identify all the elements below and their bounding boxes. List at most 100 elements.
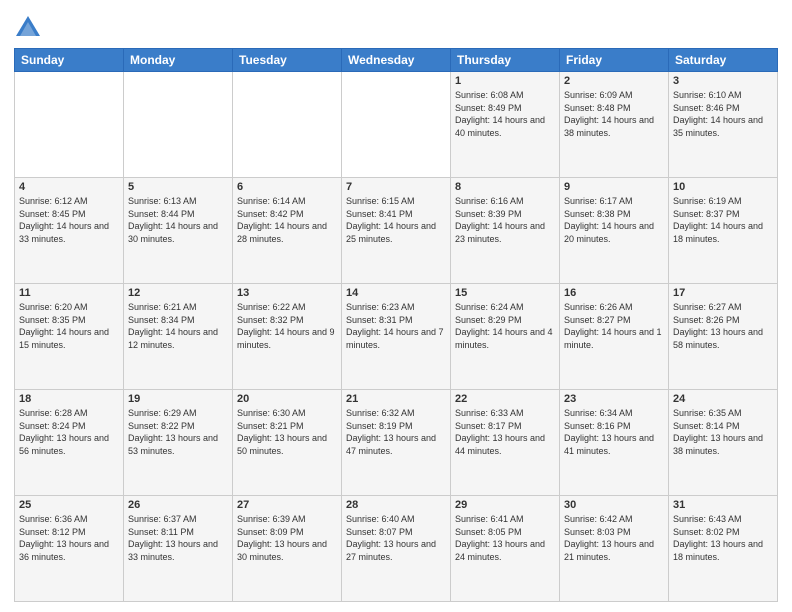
day-info: Sunrise: 6:14 AM Sunset: 8:42 PM Dayligh… xyxy=(237,195,337,245)
day-number: 31 xyxy=(673,499,773,511)
day-cell-3: 3 Sunrise: 6:10 AM Sunset: 8:46 PM Daylig… xyxy=(669,72,778,178)
day-number: 10 xyxy=(673,181,773,193)
day-info: Sunrise: 6:28 AM Sunset: 8:24 PM Dayligh… xyxy=(19,407,119,457)
day-number: 1 xyxy=(455,75,555,87)
week-row-1: 4 Sunrise: 6:12 AM Sunset: 8:45 PM Daylig… xyxy=(15,178,778,284)
header-cell-wednesday: Wednesday xyxy=(342,49,451,72)
day-cell-25: 25 Sunrise: 6:36 AM Sunset: 8:12 PM Dayli… xyxy=(15,496,124,602)
day-info: Sunrise: 6:09 AM Sunset: 8:48 PM Dayligh… xyxy=(564,89,664,139)
day-number: 24 xyxy=(673,393,773,405)
day-number: 26 xyxy=(128,499,228,511)
header xyxy=(14,10,778,42)
day-info: Sunrise: 6:41 AM Sunset: 8:05 PM Dayligh… xyxy=(455,513,555,563)
day-cell-24: 24 Sunrise: 6:35 AM Sunset: 8:14 PM Dayli… xyxy=(669,390,778,496)
logo-icon xyxy=(14,14,42,42)
day-cell-9: 9 Sunrise: 6:17 AM Sunset: 8:38 PM Daylig… xyxy=(560,178,669,284)
day-number: 20 xyxy=(237,393,337,405)
day-info: Sunrise: 6:23 AM Sunset: 8:31 PM Dayligh… xyxy=(346,301,446,351)
day-cell-16: 16Sunrise: 6:26 AM Sunset: 8:27 PM Dayli… xyxy=(560,284,669,390)
day-number: 27 xyxy=(237,499,337,511)
day-number: 22 xyxy=(455,393,555,405)
day-cell-5: 5 Sunrise: 6:13 AM Sunset: 8:44 PM Daylig… xyxy=(124,178,233,284)
header-cell-friday: Friday xyxy=(560,49,669,72)
day-info: Sunrise: 6:32 AM Sunset: 8:19 PM Dayligh… xyxy=(346,407,446,457)
day-cell-10: 10Sunrise: 6:19 AM Sunset: 8:37 PM Dayli… xyxy=(669,178,778,284)
day-info: Sunrise: 6:22 AM Sunset: 8:32 PM Dayligh… xyxy=(237,301,337,351)
day-number: 18 xyxy=(19,393,119,405)
day-cell-19: 19 Sunrise: 6:29 AM Sunset: 8:22 PM Dayli… xyxy=(124,390,233,496)
logo xyxy=(14,14,46,42)
day-number: 3 xyxy=(673,75,773,87)
day-number: 17 xyxy=(673,287,773,299)
day-info: Sunrise: 6:10 AM Sunset: 8:46 PM Dayligh… xyxy=(673,89,773,139)
header-cell-sunday: Sunday xyxy=(15,49,124,72)
day-number: 25 xyxy=(19,499,119,511)
day-info: Sunrise: 6:29 AM Sunset: 8:22 PM Dayligh… xyxy=(128,407,228,457)
day-number: 2 xyxy=(564,75,664,87)
day-cell-12: 12Sunrise: 6:21 AM Sunset: 8:34 PM Dayli… xyxy=(124,284,233,390)
day-info: Sunrise: 6:39 AM Sunset: 8:09 PM Dayligh… xyxy=(237,513,337,563)
day-info: Sunrise: 6:13 AM Sunset: 8:44 PM Dayligh… xyxy=(128,195,228,245)
day-number: 19 xyxy=(128,393,228,405)
calendar: SundayMondayTuesdayWednesdayThursdayFrid… xyxy=(14,48,778,602)
calendar-table: SundayMondayTuesdayWednesdayThursdayFrid… xyxy=(14,48,778,602)
day-cell-26: 26 Sunrise: 6:37 AM Sunset: 8:11 PM Dayli… xyxy=(124,496,233,602)
day-info: Sunrise: 6:42 AM Sunset: 8:03 PM Dayligh… xyxy=(564,513,664,563)
header-cell-tuesday: Tuesday xyxy=(233,49,342,72)
day-info: Sunrise: 6:26 AM Sunset: 8:27 PM Dayligh… xyxy=(564,301,664,351)
day-cell-empty xyxy=(233,72,342,178)
day-number: 9 xyxy=(564,181,664,193)
week-row-2: 11Sunrise: 6:20 AM Sunset: 8:35 PM Dayli… xyxy=(15,284,778,390)
day-number: 5 xyxy=(128,181,228,193)
day-info: Sunrise: 6:40 AM Sunset: 8:07 PM Dayligh… xyxy=(346,513,446,563)
week-row-4: 25 Sunrise: 6:36 AM Sunset: 8:12 PM Dayli… xyxy=(15,496,778,602)
day-cell-23: 23Sunrise: 6:34 AM Sunset: 8:16 PM Dayli… xyxy=(560,390,669,496)
day-info: Sunrise: 6:37 AM Sunset: 8:11 PM Dayligh… xyxy=(128,513,228,563)
day-cell-20: 20 Sunrise: 6:30 AM Sunset: 8:21 PM Dayli… xyxy=(233,390,342,496)
day-cell-8: 8Sunrise: 6:16 AM Sunset: 8:39 PM Daylig… xyxy=(451,178,560,284)
day-info: Sunrise: 6:20 AM Sunset: 8:35 PM Dayligh… xyxy=(19,301,119,351)
day-cell-31: 31 Sunrise: 6:43 AM Sunset: 8:02 PM Dayli… xyxy=(669,496,778,602)
day-info: Sunrise: 6:35 AM Sunset: 8:14 PM Dayligh… xyxy=(673,407,773,457)
day-cell-22: 22Sunrise: 6:33 AM Sunset: 8:17 PM Dayli… xyxy=(451,390,560,496)
day-info: Sunrise: 6:43 AM Sunset: 8:02 PM Dayligh… xyxy=(673,513,773,563)
day-cell-1: 1 Sunrise: 6:08 AM Sunset: 8:49 PM Daylig… xyxy=(451,72,560,178)
day-number: 13 xyxy=(237,287,337,299)
day-cell-7: 7 Sunrise: 6:15 AM Sunset: 8:41 PM Daylig… xyxy=(342,178,451,284)
day-info: Sunrise: 6:30 AM Sunset: 8:21 PM Dayligh… xyxy=(237,407,337,457)
day-cell-14: 14 Sunrise: 6:23 AM Sunset: 8:31 PM Dayli… xyxy=(342,284,451,390)
page: SundayMondayTuesdayWednesdayThursdayFrid… xyxy=(0,0,792,612)
day-number: 12 xyxy=(128,287,228,299)
day-cell-11: 11Sunrise: 6:20 AM Sunset: 8:35 PM Dayli… xyxy=(15,284,124,390)
week-row-0: 1 Sunrise: 6:08 AM Sunset: 8:49 PM Daylig… xyxy=(15,72,778,178)
day-number: 29 xyxy=(455,499,555,511)
day-number: 8 xyxy=(455,181,555,193)
day-cell-27: 27 Sunrise: 6:39 AM Sunset: 8:09 PM Dayli… xyxy=(233,496,342,602)
day-number: 7 xyxy=(346,181,446,193)
day-info: Sunrise: 6:15 AM Sunset: 8:41 PM Dayligh… xyxy=(346,195,446,245)
day-cell-21: 21 Sunrise: 6:32 AM Sunset: 8:19 PM Dayli… xyxy=(342,390,451,496)
day-number: 30 xyxy=(564,499,664,511)
header-cell-thursday: Thursday xyxy=(451,49,560,72)
day-number: 4 xyxy=(19,181,119,193)
day-cell-2: 2 Sunrise: 6:09 AM Sunset: 8:48 PM Daylig… xyxy=(560,72,669,178)
day-cell-empty xyxy=(15,72,124,178)
day-info: Sunrise: 6:36 AM Sunset: 8:12 PM Dayligh… xyxy=(19,513,119,563)
day-number: 14 xyxy=(346,287,446,299)
day-cell-15: 15Sunrise: 6:24 AM Sunset: 8:29 PM Dayli… xyxy=(451,284,560,390)
day-info: Sunrise: 6:17 AM Sunset: 8:38 PM Dayligh… xyxy=(564,195,664,245)
header-cell-monday: Monday xyxy=(124,49,233,72)
day-cell-4: 4 Sunrise: 6:12 AM Sunset: 8:45 PM Daylig… xyxy=(15,178,124,284)
day-cell-empty xyxy=(124,72,233,178)
day-cell-empty xyxy=(342,72,451,178)
day-info: Sunrise: 6:12 AM Sunset: 8:45 PM Dayligh… xyxy=(19,195,119,245)
day-info: Sunrise: 6:08 AM Sunset: 8:49 PM Dayligh… xyxy=(455,89,555,139)
day-number: 21 xyxy=(346,393,446,405)
day-info: Sunrise: 6:24 AM Sunset: 8:29 PM Dayligh… xyxy=(455,301,555,351)
day-cell-13: 13 Sunrise: 6:22 AM Sunset: 8:32 PM Dayli… xyxy=(233,284,342,390)
day-info: Sunrise: 6:27 AM Sunset: 8:26 PM Dayligh… xyxy=(673,301,773,351)
header-row: SundayMondayTuesdayWednesdayThursdayFrid… xyxy=(15,49,778,72)
day-number: 28 xyxy=(346,499,446,511)
day-number: 23 xyxy=(564,393,664,405)
day-cell-28: 28 Sunrise: 6:40 AM Sunset: 8:07 PM Dayli… xyxy=(342,496,451,602)
